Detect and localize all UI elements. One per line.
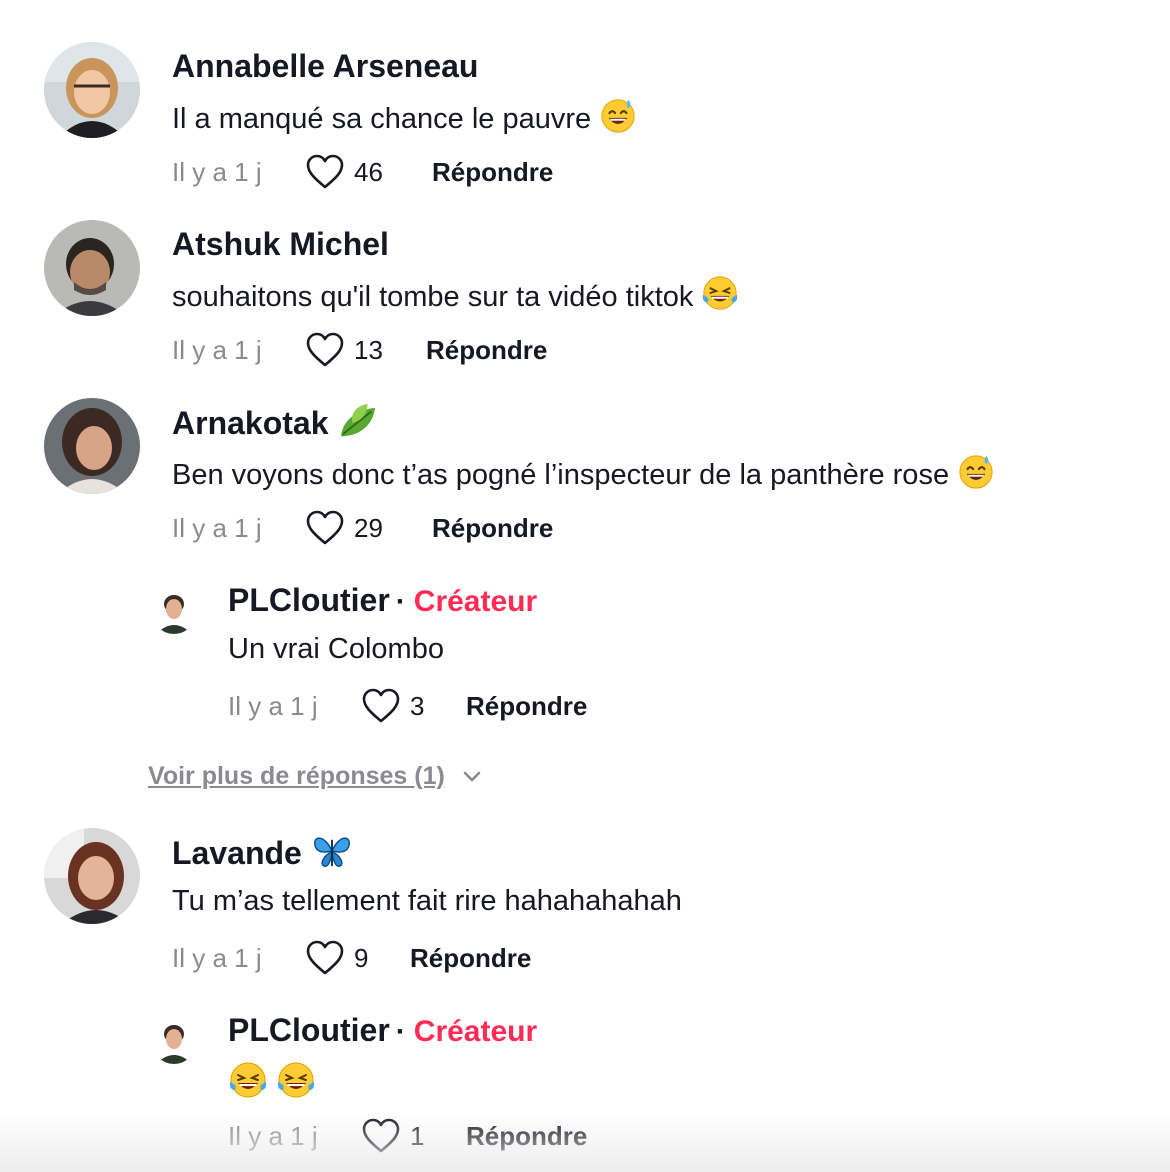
avatar[interactable] [44,398,140,494]
heart-icon[interactable] [306,154,344,190]
timestamp: Il y a 1 j [228,1120,318,1151]
like-button[interactable]: 1 [362,1118,458,1154]
like-button[interactable]: 9 [306,940,402,976]
heart-icon[interactable] [362,688,400,724]
username[interactable]: Arnakotak [172,402,379,443]
sweat-smile-emoji-icon [957,452,995,490]
avatar[interactable] [44,828,140,924]
comment-text-content: souhaitons qu'il tombe sur ta vidéo tikt… [172,281,694,313]
username-text: Arnakotak [172,405,329,441]
comment-text: Ben voyons donc t’as pogné l’inspecteur … [172,452,995,494]
timestamp: Il y a 1 j [172,942,262,973]
like-count: 9 [354,942,369,973]
timestamp: Il y a 1 j [172,512,262,543]
username-text: PLCloutier [228,582,390,618]
like-count: 1 [410,1120,425,1151]
view-more-replies-button[interactable]: Voir plus de réponses (1) [148,758,483,794]
comment-text-content: Ben voyons donc t’as pogné l’inspecteur … [172,459,950,491]
timestamp: Il y a 1 j [228,690,318,721]
comment-text: souhaitons qu'il tombe sur ta vidéo tikt… [172,274,739,316]
reply-button[interactable]: Répondre [410,943,531,974]
heart-icon[interactable] [306,510,344,546]
comment-text-content: Il a manqué sa chance le pauvre [172,103,592,135]
like-button[interactable]: 13 [306,332,418,368]
comment-item: Annabelle Arseneau Il a manqué sa chance… [0,42,1170,192]
reply-button[interactable]: Répondre [466,1121,587,1152]
reply-item: PLCloutier · Créateur Un vrai Colombo Il y… [0,576,1170,726]
comment-text: Tu m’as tellement fait rire hahahahahah [172,885,682,917]
like-button[interactable]: 46 [306,154,424,190]
view-more-replies-label: Voir plus de réponses (1) [148,761,445,790]
username[interactable]: Annabelle Arseneau [172,46,478,86]
heart-icon[interactable] [306,332,344,368]
like-button[interactable]: 3 [362,688,458,724]
tears-of-joy-emoji-icon [701,274,739,312]
creator-badge: Créateur [413,1015,538,1048]
timestamp: Il y a 1 j [172,156,262,187]
avatar[interactable] [152,1020,196,1064]
creator-badge: Créateur [413,585,538,618]
tears-of-joy-emoji-icon [276,1060,316,1100]
comment-item: Atshuk Michel souhaitons qu'il tombe sur… [0,220,1170,370]
like-count: 46 [354,156,383,187]
username[interactable]: PLCloutier · Créateur [228,1010,537,1052]
comment-meta: Il y a 1 j 3 Répondre [228,686,587,726]
comment-meta: Il y a 1 j 1 Répondre [228,1116,587,1156]
username[interactable]: Lavande [172,832,353,873]
comment-item: Arnakotak Ben voyons donc t’as pogné l’i… [0,398,1170,548]
like-count: 29 [354,512,383,543]
comment-text [228,1060,316,1104]
reply-item: PLCloutier · Créateur Il y a 1 j 1 Répondr… [0,1006,1170,1156]
heart-icon[interactable] [362,1118,400,1154]
comment-meta: Il y a 1 j 13 Répondre [172,330,547,370]
avatar[interactable] [44,42,140,138]
comment-text: Un vrai Colombo [228,633,444,665]
reply-button[interactable]: Répondre [426,335,547,366]
avatar[interactable] [152,590,196,634]
tears-of-joy-emoji-icon [228,1060,268,1100]
username-text: PLCloutier [228,1012,390,1048]
comment-list: Annabelle Arseneau Il a manqué sa chance… [0,0,1170,1172]
username[interactable]: PLCloutier · Créateur [228,580,537,622]
comment-text: Il a manqué sa chance le pauvre [172,96,637,138]
like-count: 13 [354,334,383,365]
sweat-smile-emoji-icon [599,96,637,134]
like-count: 3 [410,690,425,721]
like-button[interactable]: 29 [306,510,424,546]
separator-dot: · [395,585,406,618]
comment-meta: Il y a 1 j 29 Répondre [172,508,553,548]
comment-meta: Il y a 1 j 9 Répondre [172,938,531,978]
butterfly-emoji-icon [311,832,353,870]
chevron-down-icon [461,765,483,787]
comment-meta: Il y a 1 j 46 Répondre [172,152,553,192]
reply-button[interactable]: Répondre [432,157,553,188]
username-text: Lavande [172,835,302,871]
separator-dot: · [395,1015,406,1048]
leaf-emoji-icon [337,402,379,440]
avatar[interactable] [44,220,140,316]
heart-icon[interactable] [306,940,344,976]
comment-item: Lavande Tu m’as tellement fait rire haha… [0,828,1170,978]
reply-button[interactable]: Répondre [466,691,587,722]
username[interactable]: Atshuk Michel [172,224,389,264]
timestamp: Il y a 1 j [172,334,262,365]
reply-button[interactable]: Répondre [432,513,553,544]
